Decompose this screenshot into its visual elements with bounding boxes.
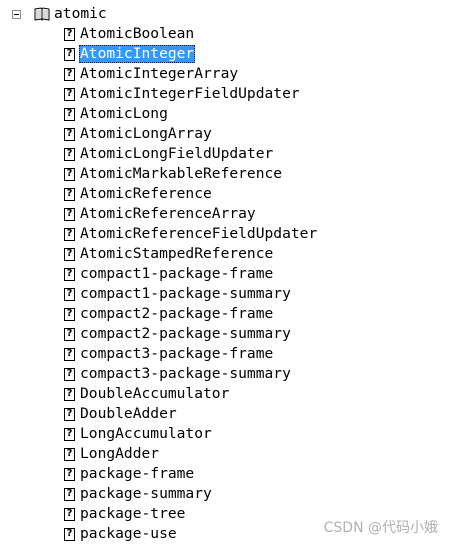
tree-item-label: compact2-package-frame [80,305,274,322]
tree-item[interactable]: ? DoubleAdder [64,404,318,424]
tree-item-label: compact2-package-summary [80,325,291,342]
tree-node-atomic[interactable]: atomic [12,4,107,24]
help-page-icon: ? [64,427,75,441]
tree-item[interactable]: ? compact1-package-frame [64,264,318,284]
tree-item-label: compact3-package-summary [80,365,291,382]
help-page-icon: ? [64,347,75,361]
help-page-icon: ? [64,487,75,501]
tree-item[interactable]: ? package-frame [64,464,318,484]
tree-item-label: AtomicLongArray [80,125,212,142]
tree-item-label: package-use [80,525,177,542]
tree-item-label: AtomicReferenceFieldUpdater [80,225,318,242]
tree-item-label: AtomicBoolean [80,25,195,42]
tree-item[interactable]: ? AtomicLongFieldUpdater [64,144,318,164]
help-page-icon: ? [64,467,75,481]
tree-item[interactable]: ? compact2-package-summary [64,324,318,344]
tree-item[interactable]: ? package-use [64,524,318,544]
help-page-icon: ? [64,127,75,141]
tree-item[interactable]: ? compact3-package-summary [64,364,318,384]
tree-item[interactable]: ? AtomicReference [64,184,318,204]
tree-item[interactable]: ? compact3-package-frame [64,344,318,364]
tree-item-label: AtomicLongFieldUpdater [80,145,274,162]
tree-item[interactable]: ? AtomicInteger [64,44,318,64]
tree-item-label: LongAdder [80,445,160,462]
tree-item-label: AtomicIntegerFieldUpdater [80,85,300,102]
help-page-icon: ? [64,227,75,241]
tree-item[interactable]: ? AtomicReferenceFieldUpdater [64,224,318,244]
tree-item[interactable]: ? AtomicBoolean [64,24,318,44]
tree-item[interactable]: ? package-summary [64,484,318,504]
help-page-icon: ? [64,507,75,521]
next-tree-node-partial [22,543,82,548]
tree-children-list: ? AtomicBoolean? AtomicInteger? AtomicInteg… [64,24,318,544]
tree-item[interactable]: ? LongAdder [64,444,318,464]
tree-item[interactable]: ? LongAccumulator [64,424,318,444]
help-page-icon: ? [64,527,75,541]
tree-item[interactable]: ? AtomicReferenceArray [64,204,318,224]
help-contents-tree: atomic ? AtomicBoolean? AtomicInteger? Atom… [0,0,452,548]
tree-item[interactable]: ? package-tree [64,504,318,524]
help-page-icon: ? [64,327,75,341]
tree-item-label: package-tree [80,505,186,522]
watermark-text: CSDN @代码小娥 [323,520,438,536]
help-page-icon: ? [64,407,75,421]
tree-item-label: DoubleAdder [80,405,177,422]
help-page-icon: ? [64,47,75,61]
help-page-icon: ? [64,67,75,81]
help-page-icon: ? [64,167,75,181]
tree-item-label: compact1-package-summary [80,285,291,302]
tree-item-label: AtomicLong [80,105,168,122]
collapse-toggle-icon[interactable] [12,9,21,19]
help-page-icon: ? [64,147,75,161]
tree-item-label: AtomicStampedReference [80,245,274,262]
help-page-icon: ? [64,247,75,261]
tree-item[interactable]: ? AtomicMarkableReference [64,164,318,184]
tree-item-label: package-summary [80,485,212,502]
tree-item[interactable]: ? DoubleAccumulator [64,384,318,404]
tree-item[interactable]: ? AtomicIntegerArray [64,64,318,84]
tree-item-label: AtomicMarkableReference [80,165,283,182]
tree-item-label: compact3-package-frame [80,345,274,362]
tree-node-label: atomic [54,5,107,22]
tree-item-label: AtomicIntegerArray [80,65,239,82]
help-page-icon: ? [64,367,75,381]
tree-item[interactable]: ? compact1-package-summary [64,284,318,304]
tree-item-label: compact1-package-frame [80,265,274,282]
help-page-icon: ? [64,447,75,461]
help-page-icon: ? [64,87,75,101]
tree-item[interactable]: ? AtomicLongArray [64,124,318,144]
help-page-icon: ? [64,267,75,281]
tree-item[interactable]: ? AtomicStampedReference [64,244,318,264]
tree-item[interactable]: ? AtomicIntegerFieldUpdater [64,84,318,104]
tree-item-label: AtomicReferenceArray [80,205,256,222]
tree-item[interactable]: ? compact2-package-frame [64,304,318,324]
help-page-icon: ? [64,287,75,301]
help-page-icon: ? [64,387,75,401]
tree-item-label: package-frame [80,465,195,482]
tree-item-label: DoubleAccumulator [80,385,230,402]
help-page-icon: ? [64,107,75,121]
help-page-icon: ? [64,187,75,201]
help-page-icon: ? [64,207,75,221]
tree-item-label: AtomicReference [80,185,212,202]
tree-item-label: LongAccumulator [80,425,212,442]
help-page-icon: ? [64,307,75,321]
book-icon [34,7,50,21]
tree-item[interactable]: ? AtomicLong [64,104,318,124]
help-page-icon: ? [64,27,75,41]
tree-item-label: AtomicInteger [79,45,196,63]
